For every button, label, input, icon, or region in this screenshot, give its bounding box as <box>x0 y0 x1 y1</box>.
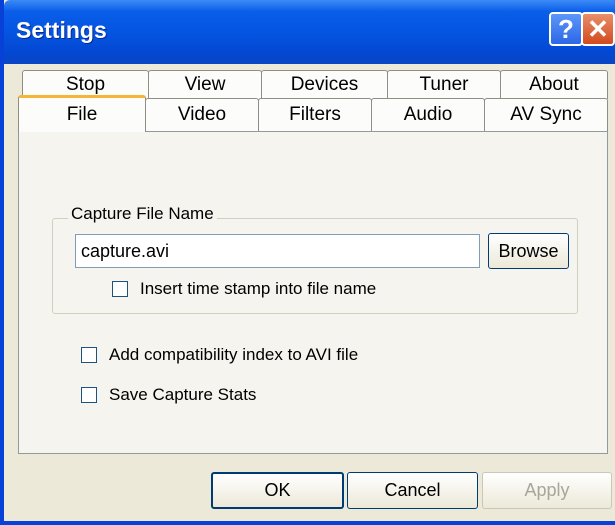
tab-label: Filters <box>289 104 341 125</box>
apply-button[interactable]: Apply <box>482 472 612 509</box>
compat-index-checkbox-row[interactable]: Add compatibility index to AVI file <box>81 345 358 365</box>
help-button[interactable]: ? <box>549 12 583 46</box>
tab-label: Stop <box>65 74 106 95</box>
browse-button[interactable]: Browse <box>488 233 569 269</box>
tab-label: About <box>529 74 579 95</box>
capture-file-input[interactable]: capture.avi <box>75 234 480 268</box>
tab-label: File <box>66 104 98 125</box>
ok-button[interactable]: OK <box>211 472 344 509</box>
capture-file-legend: Capture File Name <box>68 204 217 224</box>
tab-label: Devices <box>290 74 359 95</box>
tab-label: Audio <box>403 104 453 125</box>
tab-devices[interactable]: Devices <box>261 70 388 99</box>
settings-window: Settings ? ✕ Stop View Devices Tuner Abo… <box>0 0 615 525</box>
tab-label: Video <box>177 104 227 125</box>
close-button[interactable]: ✕ <box>581 12 615 46</box>
apply-label: Apply <box>524 480 570 500</box>
timestamp-checkbox-row[interactable]: Insert time stamp into file name <box>112 279 376 299</box>
tab-about[interactable]: About <box>500 70 608 99</box>
cancel-label: Cancel <box>384 480 441 500</box>
tab-label: AV Sync <box>510 104 582 125</box>
tab-av-sync[interactable]: AV Sync <box>484 98 608 131</box>
save-stats-checkbox[interactable] <box>81 387 97 403</box>
title-bar[interactable]: Settings ? ✕ <box>4 0 615 64</box>
ok-label: OK <box>264 480 291 500</box>
tab-tuner[interactable]: Tuner <box>387 70 501 99</box>
browse-label: Browse <box>498 240 559 261</box>
tab-view[interactable]: View <box>148 70 262 99</box>
compat-index-label: Add compatibility index to AVI file <box>109 345 359 364</box>
tab-filters[interactable]: Filters <box>258 98 372 131</box>
save-stats-checkbox-row[interactable]: Save Capture Stats <box>81 385 256 405</box>
close-icon: ✕ <box>587 13 609 44</box>
tab-label: Tuner <box>419 74 469 95</box>
tab-label: View <box>184 74 226 95</box>
timestamp-checkbox[interactable] <box>112 281 128 297</box>
timestamp-label: Insert time stamp into file name <box>140 279 377 298</box>
compat-index-checkbox[interactable] <box>81 347 97 363</box>
help-icon: ? <box>558 13 574 44</box>
tab-audio[interactable]: Audio <box>371 98 485 131</box>
window-title: Settings <box>16 17 107 43</box>
tab-video[interactable]: Video <box>145 98 259 131</box>
cancel-button[interactable]: Cancel <box>347 472 478 509</box>
save-stats-label: Save Capture Stats <box>109 385 257 404</box>
tab-file[interactable]: File <box>18 95 146 132</box>
